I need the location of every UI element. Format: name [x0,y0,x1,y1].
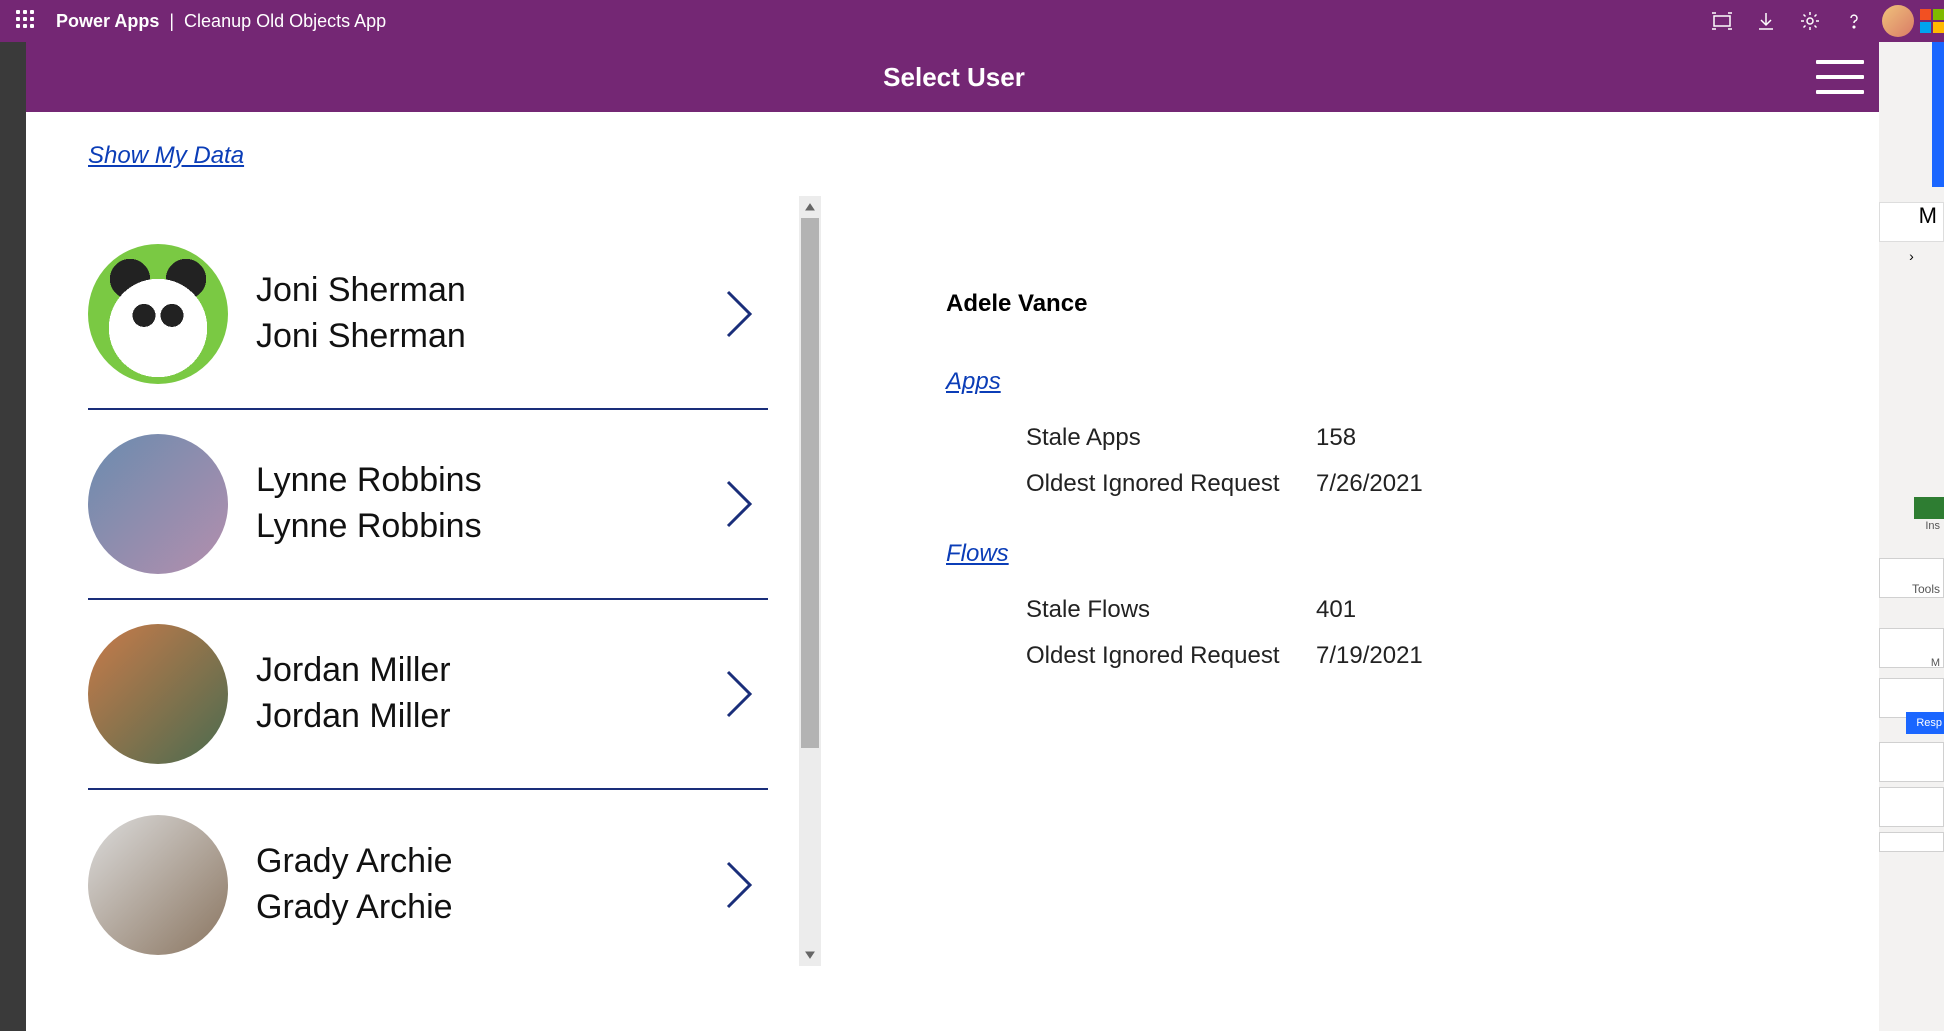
chevron-right-icon[interactable] [722,859,756,911]
user-list: Joni Sherman Joni Sherman Lynne Robbins … [88,196,811,966]
scroll-up-icon[interactable] [799,196,821,218]
microsoft-logo-icon [1920,9,1944,33]
bg-ins-label: Ins [1925,520,1940,532]
gutter-left [0,42,26,1031]
user-list-column: Show My Data Joni Sherman Joni Sherman [26,112,811,1031]
apps-link[interactable]: Apps [946,368,1001,396]
chevron-right-icon[interactable] [722,668,756,720]
page-title: Select User [883,62,1025,93]
fit-to-screen-icon[interactable] [1700,0,1744,42]
user-avatar-icon[interactable] [1882,5,1914,37]
oldest-app-request-label: Oldest Ignored Request [1026,470,1316,498]
user-display-name: Jordan Miller [256,648,722,694]
user-display-name: Grady Archie [256,839,722,885]
user-sub-name: Jordan Miller [256,694,722,740]
user-display-name: Lynne Robbins [256,458,722,504]
oldest-app-request-value: 7/26/2021 [1316,470,1423,498]
stale-flows-label: Stale Flows [1026,596,1316,624]
background-window: M › Ins Tools M Resp [1879,42,1944,1031]
user-row[interactable]: Grady Archie Grady Archie [88,790,768,966]
waffle-icon[interactable] [16,10,38,32]
user-avatar-icon [88,244,228,384]
app-bar: Power Apps | Cleanup Old Objects App [0,0,1944,42]
stale-flows-value: 401 [1316,596,1356,624]
stale-apps-value: 158 [1316,424,1356,452]
user-row[interactable]: Lynne Robbins Lynne Robbins [88,410,768,600]
user-sub-name: Lynne Robbins [256,504,722,550]
oldest-app-request-row: Oldest Ignored Request 7/26/2021 [1026,470,1531,498]
user-sub-name: Grady Archie [256,885,722,931]
app-name: Cleanup Old Objects App [184,11,386,32]
user-avatar-icon [88,815,228,955]
user-list-scrollbar[interactable] [799,196,821,966]
user-row[interactable]: Joni Sherman Joni Sherman [88,220,768,410]
oldest-flow-request-value: 7/19/2021 [1316,642,1423,670]
stale-apps-row: Stale Apps 158 [1026,424,1531,452]
user-avatar-icon [88,624,228,764]
hamburger-menu-icon[interactable] [1816,60,1864,94]
stale-flows-row: Stale Flows 401 [1026,596,1531,624]
oldest-flow-request-row: Oldest Ignored Request 7/19/2021 [1026,642,1531,670]
bg-m-label: M [1931,657,1940,669]
bg-tools-label: Tools [1912,582,1940,596]
oldest-flow-request-label: Oldest Ignored Request [1026,642,1316,670]
chevron-right-icon[interactable] [722,478,756,530]
help-icon[interactable] [1832,0,1876,42]
page-header: Select User [26,42,1882,112]
bg-resp-label: Resp [1906,712,1944,734]
stale-apps-label: Stale Apps [1026,424,1316,452]
user-sub-name: Joni Sherman [256,314,722,360]
app-canvas: Select User Show My Data Joni Sherman Jo… [26,42,1882,1031]
product-name: Power Apps [56,11,159,32]
download-icon[interactable] [1744,0,1788,42]
settings-icon[interactable] [1788,0,1832,42]
bg-chevron: › [1879,248,1944,272]
chevron-right-icon[interactable] [722,288,756,340]
title-separator: | [169,11,174,32]
selected-user-name: Adele Vance [946,290,1531,318]
user-avatar-icon [88,434,228,574]
scroll-down-icon[interactable] [799,944,821,966]
scrollbar-thumb[interactable] [801,218,819,748]
show-my-data-link[interactable]: Show My Data [88,142,244,170]
bg-letter: M [1879,202,1944,242]
user-details-column: Adele Vance Apps Stale Apps 158 Oldest I… [811,112,1531,1031]
user-row[interactable]: Jordan Miller Jordan Miller [88,600,768,790]
user-display-name: Joni Sherman [256,268,722,314]
flows-link[interactable]: Flows [946,540,1009,568]
